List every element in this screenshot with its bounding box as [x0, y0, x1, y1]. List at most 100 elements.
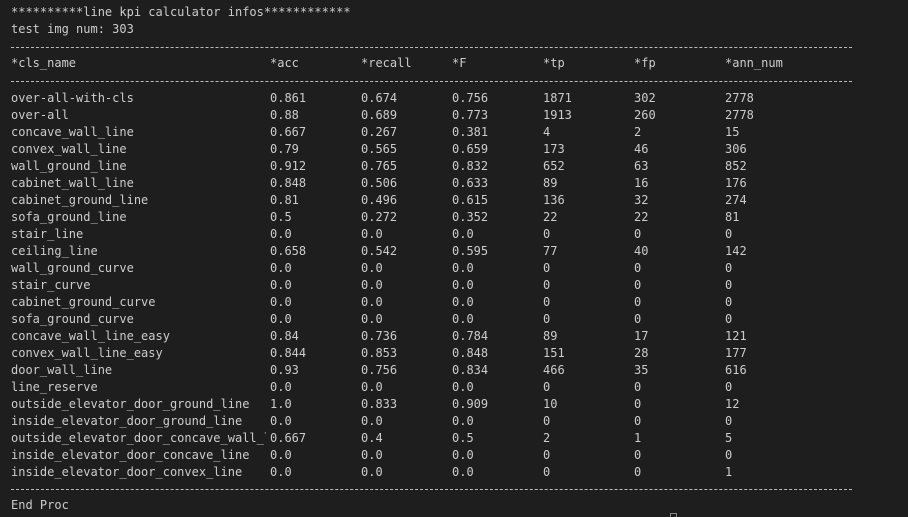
table-header: *cls_name *acc *recall *F *tp *fp *ann_n… — [0, 55, 908, 72]
table-cell: 0.5 — [270, 210, 292, 224]
table-cell: 0 — [543, 278, 551, 292]
table-cell: 0.773 — [452, 108, 489, 122]
table-cell: 0.0 — [361, 261, 383, 275]
table-cell: 0.0 — [452, 312, 474, 326]
table-cell: 0.853 — [361, 346, 398, 360]
table-cell: 0.595 — [452, 244, 489, 258]
separator-top — [11, 47, 852, 48]
table-cell: inside_elevator_door_convex_line — [11, 465, 243, 479]
table-cell: 0.658 — [270, 244, 307, 258]
table-cell: 0 — [543, 295, 551, 309]
table-cell: 1871 — [543, 91, 572, 105]
table-cell: 0.0 — [361, 295, 383, 309]
table-cell: 2778 — [725, 108, 754, 122]
table-cell: stair_line — [11, 227, 84, 241]
table-cell: 176 — [725, 176, 747, 190]
table-cell: 0.615 — [452, 193, 489, 207]
table-cell: 136 — [543, 193, 565, 207]
table-cell: 32 — [634, 193, 649, 207]
table-cell: 77 — [543, 244, 558, 258]
table-cell: 28 — [634, 346, 649, 360]
table-cell: 0 — [725, 227, 733, 241]
table-cell: 0 — [634, 227, 642, 241]
table-cell: 40 — [634, 244, 649, 258]
table-cell: inside_elevator_door_concave_line — [11, 448, 250, 462]
table-cell: 0 — [543, 380, 551, 394]
table-cell: 0 — [634, 278, 642, 292]
table-cell: concave_wall_line_easy — [11, 329, 170, 343]
table-cell: 0.0 — [270, 312, 292, 326]
table-cell: 0.0 — [452, 261, 474, 275]
table-cell: 0 — [725, 414, 733, 428]
table-row: line_reserve 0.0 0.0 0.0 0 0 0 — [0, 379, 908, 396]
table-cell: 0.272 — [361, 210, 398, 224]
table-cell: 17 — [634, 329, 649, 343]
table-row: ceiling_line 0.658 0.542 0.595 77 40 142 — [0, 243, 908, 260]
table-cell: inside_elevator_door_ground_line — [11, 414, 243, 428]
table-cell: 0 — [725, 312, 733, 326]
title-line: **********line kpi calculator infos*****… — [11, 5, 351, 19]
table-cell: 0.267 — [361, 125, 398, 139]
table-cell: 0 — [725, 380, 733, 394]
table-cell: 5 — [725, 431, 733, 445]
table-cell: 0.689 — [361, 108, 398, 122]
header-ann-num: *ann_num — [725, 56, 783, 70]
table-cell: 0 — [634, 465, 642, 479]
table-cell: 0 — [543, 414, 551, 428]
table-cell: 0.848 — [452, 346, 489, 360]
table-row: cabinet_wall_line 0.848 0.506 0.633 89 16 176 — [0, 175, 908, 192]
table-cell: wall_ground_curve — [11, 261, 134, 275]
table-cell: 15 — [725, 125, 740, 139]
table-cell: 0 — [725, 278, 733, 292]
table-cell: 0.88 — [270, 108, 299, 122]
table-cell: 0.659 — [452, 142, 489, 156]
table-cell: 302 — [634, 91, 656, 105]
table-row: door_wall_line 0.93 0.756 0.834 466 35 616 — [0, 362, 908, 379]
table-cell: outside_elevator_door_ground_line — [11, 397, 250, 411]
table-cell: 63 — [634, 159, 649, 173]
table-cell: 0 — [725, 261, 733, 275]
table-cell: 0.756 — [361, 363, 398, 377]
image-count-line: test img num: 303 — [11, 22, 134, 36]
table-cell: 0.0 — [270, 448, 292, 462]
header-recall: *recall — [361, 56, 412, 70]
table-cell: door_wall_line — [11, 363, 113, 377]
table-row: outside_elevator_door_ground_line 1.0 0.83… — [0, 396, 908, 413]
table-cell: 0.736 — [361, 329, 398, 343]
table-cell: 0 — [725, 448, 733, 462]
table-cell: 0.0 — [270, 295, 292, 309]
table-cell: 1 — [634, 431, 642, 445]
table-cell: 0 — [634, 448, 642, 462]
table-cell: 16 — [634, 176, 649, 190]
table-cell: over-all-with-cls — [11, 91, 134, 105]
table-cell: 12 — [725, 397, 740, 411]
table-row: wall_ground_line 0.912 0.765 0.832 652 63 852 — [0, 158, 908, 175]
table-row: cabinet_ground_line 0.81 0.496 0.615 136 32 27… — [0, 192, 908, 209]
table-cell: 0.784 — [452, 329, 489, 343]
table-cell: 0.0 — [361, 414, 383, 428]
mouse-cursor-icon — [670, 513, 677, 517]
terminal-output: **********line kpi calculator infos*****… — [0, 0, 908, 517]
table-cell: 0 — [543, 261, 551, 275]
table-cell: 260 — [634, 108, 656, 122]
table-cell: 0.0 — [270, 261, 292, 275]
table-cell: 0.0 — [361, 448, 383, 462]
table-cell: 0 — [634, 261, 642, 275]
table-cell: 0.861 — [270, 91, 307, 105]
table-cell: 0 — [725, 295, 733, 309]
table-cell: 0.0 — [452, 295, 474, 309]
table-cell: 0.912 — [270, 159, 307, 173]
separator-bottom — [11, 489, 852, 490]
table-cell: 35 — [634, 363, 649, 377]
table-cell: 0.0 — [270, 465, 292, 479]
table-cell: 0.4 — [361, 431, 383, 445]
table-cell: 0 — [634, 414, 642, 428]
table-cell: 0.0 — [452, 448, 474, 462]
table-row: stair_curve 0.0 0.0 0.0 0 0 0 — [0, 277, 908, 294]
table-row: concave_wall_line 0.667 0.267 0.381 4 2 15 — [0, 124, 908, 141]
table-cell: 46 — [634, 142, 649, 156]
table-cell: convex_wall_line — [11, 142, 127, 156]
table-cell: 0.0 — [270, 227, 292, 241]
table-cell: wall_ground_line — [11, 159, 127, 173]
table-cell: 0.0 — [270, 278, 292, 292]
